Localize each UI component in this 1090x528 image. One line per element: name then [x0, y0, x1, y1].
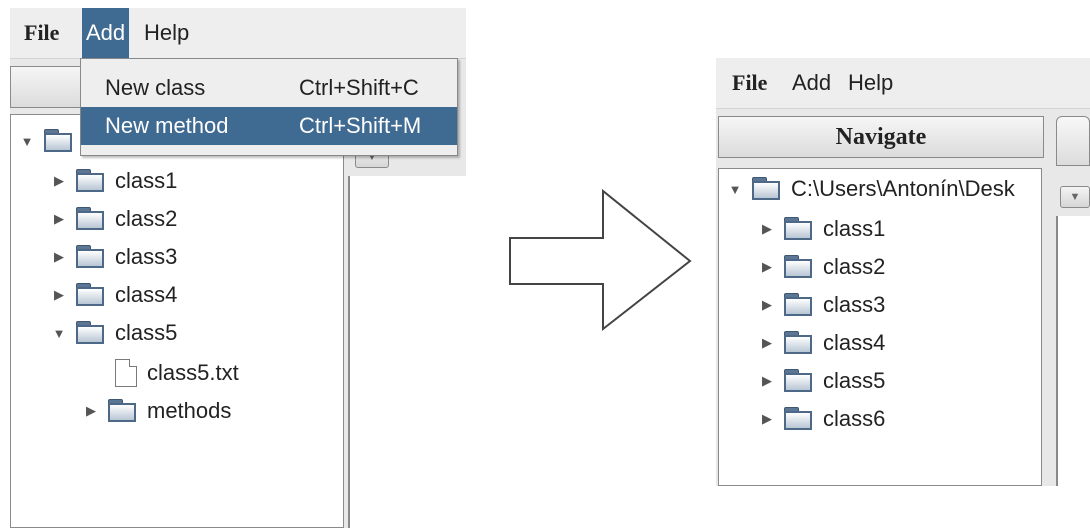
folder-icon [783, 368, 815, 394]
menu-help[interactable]: Help [144, 8, 189, 58]
menu-item-shortcut: Ctrl+Shift+M [299, 113, 422, 138]
tree-label: class2 [823, 254, 886, 279]
menu-bar: File Add Help [716, 58, 1090, 109]
expand-arrow-icon[interactable]: ▶ [51, 287, 67, 303]
tree-label: class3 [823, 292, 886, 317]
folder-icon [75, 206, 107, 232]
menu-item-label: New method [105, 113, 229, 138]
tree-label: class6 [823, 406, 886, 431]
folder-icon [75, 244, 107, 270]
tree-label: class5.txt [147, 360, 239, 385]
folder-icon [783, 406, 815, 432]
expand-arrow-icon[interactable]: ▶ [759, 297, 775, 313]
tree-row-class5[interactable]: ▶ class5 [759, 363, 885, 399]
collapse-arrow-icon[interactable]: ▼ [727, 182, 743, 197]
menu-bar: File Add Help [10, 8, 466, 59]
expand-arrow-icon[interactable]: ▶ [51, 249, 67, 265]
file-icon [115, 359, 137, 387]
tree-label: class1 [823, 216, 886, 241]
menu-item-new-class[interactable]: New class Ctrl+Shift+C [81, 69, 457, 107]
collapse-arrow-icon[interactable]: ▼ [19, 134, 35, 149]
tree-label: class5 [823, 368, 886, 393]
menu-item-shortcut: Ctrl+Shift+C [299, 75, 419, 100]
folder-icon [43, 128, 75, 154]
tree-label: class4 [823, 330, 886, 355]
before-screenshot: File Add Help ▼ ▼ ▶ class1 ▶ class2 ▶ cl… [10, 8, 466, 528]
menu-file[interactable]: File [732, 58, 767, 108]
menu-file[interactable]: File [24, 8, 59, 58]
folder-icon [783, 216, 815, 242]
combo-dropdown-button[interactable]: ▼ [1060, 186, 1090, 208]
tree-label: class4 [115, 282, 178, 307]
tree-row-class2[interactable]: ▶ class2 [51, 201, 177, 237]
menu-item-new-method[interactable]: New method Ctrl+Shift+M [81, 107, 457, 145]
expand-arrow-icon[interactable]: ▶ [759, 221, 775, 237]
menu-item-label: New class [105, 75, 206, 100]
right-arrow-icon [509, 188, 692, 332]
after-screenshot: File Add Help Navigate ▼ ▼ C:\Users\Anto… [716, 58, 1090, 486]
folder-icon [75, 320, 107, 346]
tree-row-class4[interactable]: ▶ class4 [51, 277, 177, 313]
menu-add[interactable]: Add [792, 58, 831, 108]
tree-row-class1[interactable]: ▶ class1 [51, 163, 177, 199]
tree-row-class4[interactable]: ▶ class4 [759, 325, 885, 361]
tree-row-class5[interactable]: ▼ class5 [51, 315, 178, 351]
folder-icon [751, 176, 783, 202]
tree-row-class2[interactable]: ▶ class2 [759, 249, 885, 285]
expand-arrow-icon[interactable]: ▶ [759, 335, 775, 351]
menu-help[interactable]: Help [848, 58, 893, 108]
editor-panel [1056, 216, 1090, 486]
tree-root-label: C:\Users\Antonín\Desk [791, 176, 1015, 201]
tree-row-class5-txt[interactable]: class5.txt [115, 355, 239, 391]
tree-row-methods[interactable]: ▶ methods [83, 393, 231, 429]
project-tree: ▼ ▶ class1 ▶ class2 ▶ class3 ▶ class4 ▼ … [10, 114, 344, 528]
folder-icon [75, 168, 107, 194]
tree-label: class1 [115, 168, 178, 193]
tree-label: class5 [115, 320, 178, 345]
editor-tab[interactable] [1056, 116, 1090, 166]
expand-arrow-icon[interactable]: ▶ [759, 259, 775, 275]
menu-add[interactable]: Add [82, 8, 130, 58]
tree-row-root[interactable]: ▼ C:\Users\Antonín\Desk [727, 171, 1015, 207]
tree-label: methods [147, 398, 232, 423]
project-tree: ▼ C:\Users\Antonín\Desk ▶ class1 ▶ class… [718, 168, 1042, 486]
tree-label: class2 [115, 206, 178, 231]
collapse-arrow-icon[interactable]: ▼ [51, 326, 67, 341]
tree-label: class3 [115, 244, 178, 269]
tree-row-class3[interactable]: ▶ class3 [759, 287, 885, 323]
tree-row-class1[interactable]: ▶ class1 [759, 211, 885, 247]
expand-arrow-icon[interactable]: ▶ [759, 411, 775, 427]
editor-panel [348, 176, 466, 528]
add-menu-popup: New class Ctrl+Shift+C New method Ctrl+S… [80, 58, 458, 156]
expand-arrow-icon[interactable]: ▶ [51, 173, 67, 189]
expand-arrow-icon[interactable]: ▶ [759, 373, 775, 389]
tree-row-class3[interactable]: ▶ class3 [51, 239, 177, 275]
tree-row-root[interactable]: ▼ [19, 123, 83, 159]
folder-icon [107, 398, 139, 424]
folder-icon [783, 254, 815, 280]
navigate-button[interactable]: Navigate [718, 116, 1044, 158]
folder-icon [75, 282, 107, 308]
folder-icon [783, 292, 815, 318]
expand-arrow-icon[interactable]: ▶ [83, 403, 99, 419]
tree-row-class6[interactable]: ▶ class6 [759, 401, 885, 437]
expand-arrow-icon[interactable]: ▶ [51, 211, 67, 227]
folder-icon [783, 330, 815, 356]
